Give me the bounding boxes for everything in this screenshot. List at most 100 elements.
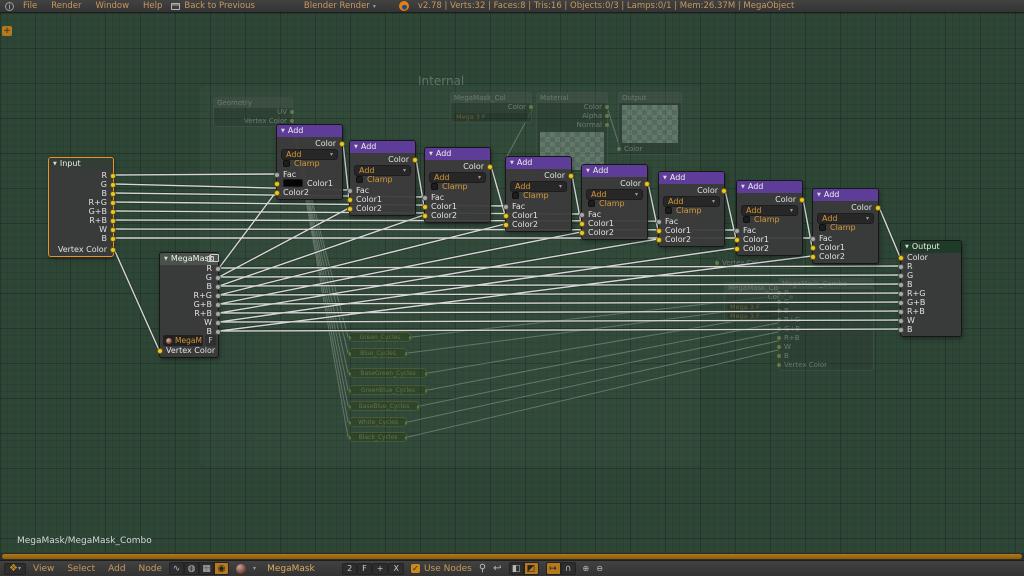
- new-datablock-button[interactable]: +: [372, 563, 389, 575]
- input-socket-color1[interactable]: [503, 213, 509, 219]
- output-socket-gb[interactable]: [110, 209, 116, 215]
- node-add1[interactable]: ▼AddColorAdd▾ClampFacColor1Color2: [276, 124, 343, 200]
- menu-help[interactable]: Help: [143, 1, 162, 11]
- input-socket-color2[interactable]: [734, 246, 740, 252]
- input-socket-color2[interactable]: [579, 230, 585, 236]
- input-socket-color2[interactable]: [656, 237, 662, 243]
- output-socket-rb[interactable]: [110, 218, 116, 224]
- clamp-checkbox[interactable]: Clamp: [743, 215, 798, 225]
- menu-file[interactable]: File: [23, 1, 37, 11]
- input-socket-color1[interactable]: [579, 221, 585, 227]
- output-socket-r[interactable]: [110, 173, 116, 179]
- world-type-icon[interactable]: ◍: [184, 562, 199, 575]
- output-socket-color[interactable]: [644, 181, 650, 187]
- material-preview-icon[interactable]: [236, 564, 246, 574]
- output-socket-w[interactable]: [110, 227, 116, 233]
- input-socket-b[interactable]: [898, 282, 904, 288]
- input-socket-color1[interactable]: [274, 181, 280, 187]
- region-expand-widget[interactable]: +: [2, 26, 12, 36]
- input-socket-color1[interactable]: [422, 204, 428, 210]
- input-socket-fac[interactable]: [810, 236, 816, 242]
- collapse-icon[interactable]: ▼: [53, 158, 57, 170]
- input-socket-color2[interactable]: [347, 206, 353, 212]
- clamp-checkbox[interactable]: Clamp: [431, 182, 486, 192]
- editor-type-button[interactable]: ❖▾: [4, 563, 26, 575]
- collapse-icon[interactable]: ▼: [741, 181, 745, 193]
- input-socket-color1[interactable]: [656, 228, 662, 234]
- render-engine-select[interactable]: Blender Render ▾: [304, 1, 376, 11]
- insert-offset-icon[interactable]: ↦: [546, 562, 561, 575]
- output-socket-color[interactable]: [721, 188, 727, 194]
- node-megamask[interactable]: ▼MegaMaskRGBR+GG+BR+BWBMegaM3FVertex Col…: [159, 252, 219, 358]
- menu-render[interactable]: Render: [51, 1, 81, 11]
- collapse-icon[interactable]: ▼: [817, 189, 821, 201]
- input-socket-fac[interactable]: [734, 228, 740, 234]
- output-socket-b[interactable]: [215, 284, 221, 290]
- use-nodes-checkbox[interactable]: ✓ Use Nodes: [411, 564, 472, 574]
- menu-view[interactable]: View: [33, 564, 54, 574]
- collapse-icon[interactable]: ▼: [663, 172, 667, 184]
- collapse-icon[interactable]: ▼: [510, 157, 514, 169]
- input-socket-fac[interactable]: [274, 172, 280, 178]
- go-to-parent-icon[interactable]: ↩: [493, 563, 501, 574]
- input-socket-color1[interactable]: [347, 197, 353, 203]
- output-socket-r[interactable]: [215, 266, 221, 272]
- input-socket-rb[interactable]: [898, 309, 904, 315]
- input-socket-fac[interactable]: [347, 188, 353, 194]
- node-tree-name-field[interactable]: MegaMask: [263, 564, 335, 574]
- input-socket-fac[interactable]: [503, 204, 509, 210]
- scrollbar-handle[interactable]: [2, 554, 1022, 559]
- output-socket-gb[interactable]: [215, 302, 221, 308]
- material-type-icon[interactable]: ◉: [214, 562, 229, 575]
- collapse-icon[interactable]: ▼: [281, 125, 285, 137]
- input-socket-color2[interactable]: [810, 254, 816, 260]
- clamp-checkbox[interactable]: Clamp: [512, 191, 567, 201]
- back-to-previous-button[interactable]: Back to Previous: [171, 1, 255, 11]
- node-add3[interactable]: ▼AddColorAdd▾ClampFacColor1Color2: [424, 147, 491, 223]
- pin-icon[interactable]: ⚲: [479, 563, 486, 574]
- clamp-checkbox[interactable]: Clamp: [283, 159, 338, 169]
- info-icon[interactable]: i: [5, 2, 14, 11]
- output-socket-g[interactable]: [215, 275, 221, 281]
- output-socket-rg[interactable]: [110, 200, 116, 206]
- collapse-icon[interactable]: ▼: [429, 148, 433, 160]
- input-socket-fac[interactable]: [579, 212, 585, 218]
- clamp-checkbox[interactable]: Clamp: [819, 223, 874, 233]
- menu-node[interactable]: Node: [139, 564, 163, 574]
- output-socket-rb[interactable]: [215, 311, 221, 317]
- clamp-checkbox[interactable]: Clamp: [665, 206, 720, 216]
- output-socket-b[interactable]: [110, 191, 116, 197]
- input-socket-b2[interactable]: [898, 327, 904, 333]
- zoom-in-icon[interactable]: ⊕: [583, 564, 590, 573]
- output-socket-g[interactable]: [110, 182, 116, 188]
- output-socket-rg[interactable]: [215, 293, 221, 299]
- output-socket-vc[interactable]: [110, 247, 116, 253]
- input-socket-gb[interactable]: [898, 300, 904, 306]
- fake-user-button[interactable]: F: [357, 563, 372, 575]
- snap-magnet-icon[interactable]: ∩: [561, 562, 576, 575]
- menu-add[interactable]: Add: [108, 564, 125, 574]
- input-socket-g[interactable]: [898, 273, 904, 279]
- input-socket-w[interactable]: [898, 318, 904, 324]
- input-socket-color2[interactable]: [422, 213, 428, 219]
- node-add7[interactable]: ▼AddColorAdd▾ClampFacColor1Color2: [736, 180, 803, 256]
- color-swatch[interactable]: [283, 179, 303, 187]
- output-socket-b2[interactable]: [110, 236, 116, 242]
- output-socket-color[interactable]: [875, 205, 881, 211]
- output-socket-color[interactable]: [412, 157, 418, 163]
- node-add8[interactable]: ▼AddColorAdd▾ClampFacColor1Color2: [812, 188, 879, 264]
- collapse-icon[interactable]: ▼: [905, 241, 909, 253]
- node-add2[interactable]: ▼AddColorAdd▾ClampFacColor1Color2: [349, 140, 416, 216]
- output-socket-w[interactable]: [215, 320, 221, 326]
- input-socket-color2[interactable]: [503, 222, 509, 228]
- users-count-button[interactable]: 2: [342, 563, 357, 575]
- menu-select[interactable]: Select: [67, 564, 95, 574]
- input-socket-color1[interactable]: [734, 237, 740, 243]
- input-socket-r[interactable]: [898, 264, 904, 270]
- shader-type-icon[interactable]: ∿: [169, 562, 184, 575]
- collapse-icon[interactable]: ▼: [354, 141, 358, 153]
- browse-material-icon[interactable]: ▾: [253, 565, 256, 572]
- output-socket-color[interactable]: [568, 173, 574, 179]
- node-editor-canvas[interactable]: [0, 13, 1024, 553]
- horizontal-scrollbar[interactable]: [0, 553, 1024, 560]
